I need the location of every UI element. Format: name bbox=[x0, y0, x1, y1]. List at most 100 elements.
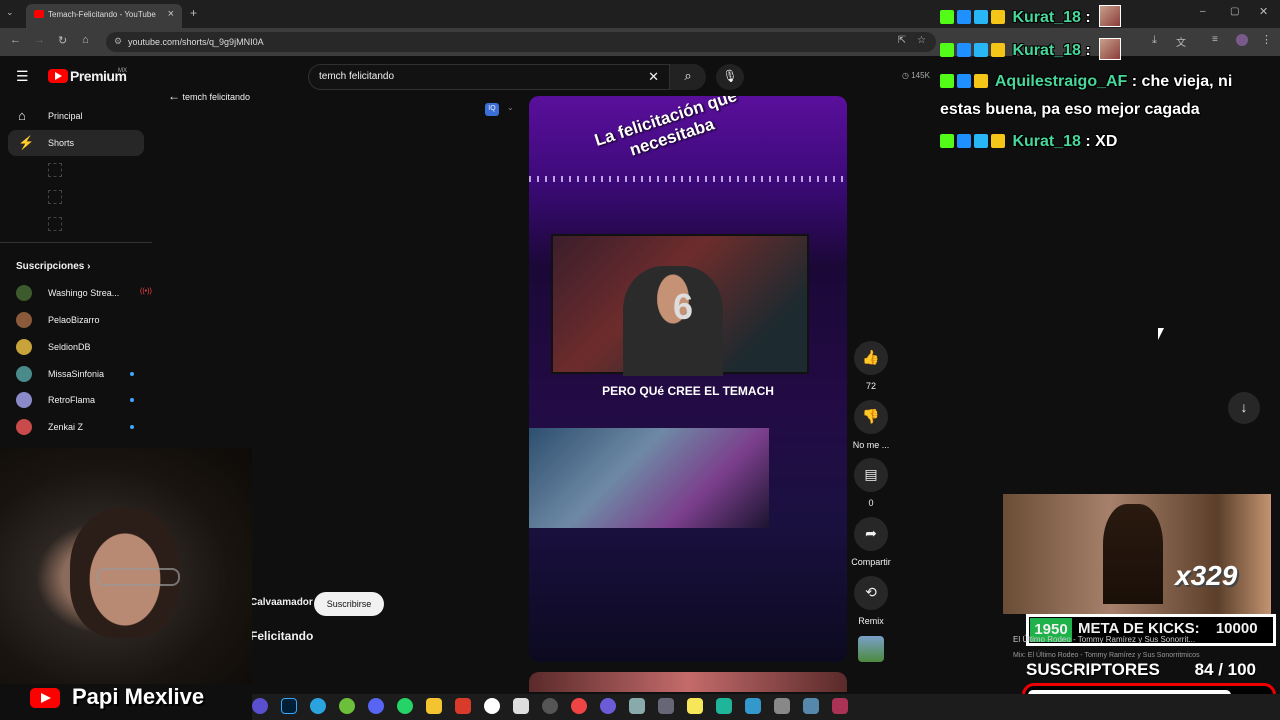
subscribe-button[interactable]: Suscribirse bbox=[314, 592, 384, 616]
crown-badge-icon bbox=[991, 43, 1005, 57]
subscription-item[interactable]: RetroFlama bbox=[16, 392, 134, 408]
forward-icon[interactable]: → bbox=[34, 34, 45, 46]
music-mix-title: Mix: El Último Rodeo - Tommy Ramírez y S… bbox=[1013, 652, 1200, 659]
views-stat: ◷ 145K bbox=[902, 71, 930, 80]
share-button[interactable]: ➦ Compartir bbox=[848, 517, 894, 567]
music-track-title: El Último Rodeo - Tommy Ramírez y Sus So… bbox=[1013, 635, 1196, 644]
number-six-graphic: 6 bbox=[673, 286, 694, 327]
notes-app-icon[interactable] bbox=[687, 698, 703, 714]
subscription-item[interactable]: PelaoBizarro bbox=[16, 312, 100, 328]
app-icon[interactable] bbox=[513, 698, 529, 714]
search-input[interactable]: temch felicitando ✕ bbox=[308, 64, 670, 90]
photoshop-app-icon[interactable] bbox=[281, 698, 297, 714]
vpn-app-icon[interactable] bbox=[252, 698, 268, 714]
chat-username: Kurat_18 bbox=[1012, 9, 1081, 26]
subscription-name: SeldionDB bbox=[48, 342, 91, 352]
streamer-glasses bbox=[96, 568, 180, 586]
subscription-item[interactable]: SeldionDB bbox=[16, 339, 91, 355]
home-browser-icon[interactable]: ⌂ bbox=[82, 34, 89, 46]
file-explorer-icon[interactable] bbox=[426, 698, 442, 714]
gamepad-app-icon[interactable] bbox=[339, 698, 355, 714]
subscription-name: RetroFlama bbox=[48, 395, 96, 405]
voice-search-button[interactable]: 🎙 bbox=[716, 64, 744, 90]
chevron-down-icon[interactable]: ⌄ bbox=[507, 103, 514, 112]
clear-search-icon[interactable]: ✕ bbox=[648, 69, 659, 85]
kick-badge-icon bbox=[940, 10, 954, 24]
minimize-icon[interactable]: – bbox=[1200, 6, 1206, 17]
url-field[interactable]: ⚙ youtube.com/shorts/q_9g9jMNI0A ⇱ ☆ bbox=[106, 32, 936, 52]
cube-badge-icon bbox=[974, 134, 988, 148]
download-icon[interactable]: ⤓ bbox=[1152, 34, 1157, 47]
telegram-app-icon[interactable] bbox=[310, 698, 326, 714]
sidebar-item-principal[interactable]: ⌂ Principal bbox=[8, 103, 144, 129]
browser-menu-icon[interactable]: ⋮ bbox=[1261, 33, 1272, 46]
chat-text: che vieja, ni bbox=[1141, 73, 1233, 90]
next-short-button[interactable]: ↓ bbox=[1228, 392, 1260, 424]
install-icon[interactable]: ⇱ bbox=[898, 35, 906, 46]
app-icon[interactable] bbox=[803, 698, 819, 714]
channel-name[interactable]: Calvaamador bbox=[250, 597, 313, 608]
youtube-logo-icon[interactable] bbox=[48, 69, 68, 83]
hamburger-menu-icon[interactable]: ☰ bbox=[16, 68, 29, 85]
close-window-icon[interactable]: ✕ bbox=[1259, 5, 1268, 18]
subscriptions-header[interactable]: Suscripciones › bbox=[16, 261, 90, 272]
tab-list-icon[interactable]: ⌄ bbox=[6, 7, 14, 18]
like-button[interactable]: 👍 72 bbox=[848, 341, 894, 391]
subscribers-goal-text: SUSCRIPTORES 84 / 100 bbox=[1026, 660, 1256, 680]
subscription-item[interactable]: Zenkai Z bbox=[16, 419, 134, 435]
profile-avatar[interactable] bbox=[1236, 34, 1248, 46]
subscription-item[interactable]: Washingo Strea... ((•)) bbox=[16, 285, 152, 301]
loading-placeholder bbox=[48, 190, 62, 204]
chrome-app-icon[interactable] bbox=[571, 698, 587, 714]
extension-icon[interactable]: IQ bbox=[485, 103, 499, 116]
youtube-favicon-icon bbox=[34, 10, 44, 18]
app-icon[interactable] bbox=[745, 698, 761, 714]
live-icon: ((•)) bbox=[140, 288, 152, 295]
bookmark-star-icon[interactable]: ☆ bbox=[917, 35, 926, 46]
maximize-icon[interactable]: ▢ bbox=[1230, 6, 1239, 17]
app-icon[interactable] bbox=[716, 698, 732, 714]
dislike-button[interactable]: 👎 No me ... bbox=[848, 400, 894, 450]
short-video-player[interactable]: La felicitación que necesitaba 6 PERO QU… bbox=[529, 96, 847, 662]
cube-badge-icon bbox=[974, 43, 988, 57]
back-icon[interactable]: ← bbox=[10, 34, 21, 46]
audio-source-thumbnail[interactable] bbox=[858, 636, 884, 662]
discord-app-icon[interactable] bbox=[368, 698, 384, 714]
app-icon[interactable] bbox=[658, 698, 674, 714]
chevron-right-icon: › bbox=[87, 261, 91, 272]
next-short-preview[interactable] bbox=[529, 672, 847, 692]
app-icon[interactable] bbox=[774, 698, 790, 714]
search-button[interactable]: ⌕ bbox=[670, 64, 706, 90]
app-icon[interactable] bbox=[542, 698, 558, 714]
dislike-label: No me ... bbox=[852, 440, 890, 450]
remix-label: Remix bbox=[858, 616, 884, 626]
close-tab-icon[interactable]: × bbox=[168, 8, 174, 20]
emote-image bbox=[1099, 38, 1122, 60]
reading-list-icon[interactable]: ≡ bbox=[1212, 34, 1218, 45]
back-to-search[interactable]: ← temch felicitando bbox=[168, 89, 250, 103]
boost-badge-icon bbox=[957, 134, 971, 148]
site-info-icon[interactable]: ⚙ bbox=[114, 36, 122, 47]
app-icon[interactable] bbox=[455, 698, 471, 714]
translate-icon[interactable]: 文 bbox=[1176, 34, 1186, 49]
comments-button[interactable]: ▤ 0 bbox=[848, 458, 894, 508]
new-tab-icon[interactable]: + bbox=[190, 6, 197, 20]
obs-app-icon[interactable] bbox=[484, 698, 500, 714]
back-arrow-icon: ← bbox=[168, 89, 180, 103]
whatsapp-app-icon[interactable] bbox=[397, 698, 413, 714]
app-icon[interactable] bbox=[629, 698, 645, 714]
share-icon: ➦ bbox=[854, 517, 888, 551]
remix-button[interactable]: ⟲ Remix bbox=[848, 576, 894, 626]
sidebar-item-shorts[interactable]: ⚡ Shorts bbox=[8, 130, 144, 156]
short-title: Felicitando bbox=[250, 629, 314, 643]
browser-tab[interactable]: Temach-Felicitando - YouTube × bbox=[26, 4, 182, 28]
app-icon[interactable] bbox=[832, 698, 848, 714]
chat-message: Kurat_18 : bbox=[940, 38, 1122, 60]
video-inset-frame: 6 bbox=[551, 234, 809, 376]
app-icon[interactable] bbox=[600, 698, 616, 714]
loading-placeholder bbox=[48, 163, 62, 177]
chat-message-continuation: estas buena, pa eso mejor cagada bbox=[940, 101, 1200, 119]
subscription-item[interactable]: MissaSinfonia bbox=[16, 366, 134, 382]
reload-icon[interactable]: ↻ bbox=[58, 34, 67, 47]
crown-badge-icon bbox=[974, 74, 988, 88]
